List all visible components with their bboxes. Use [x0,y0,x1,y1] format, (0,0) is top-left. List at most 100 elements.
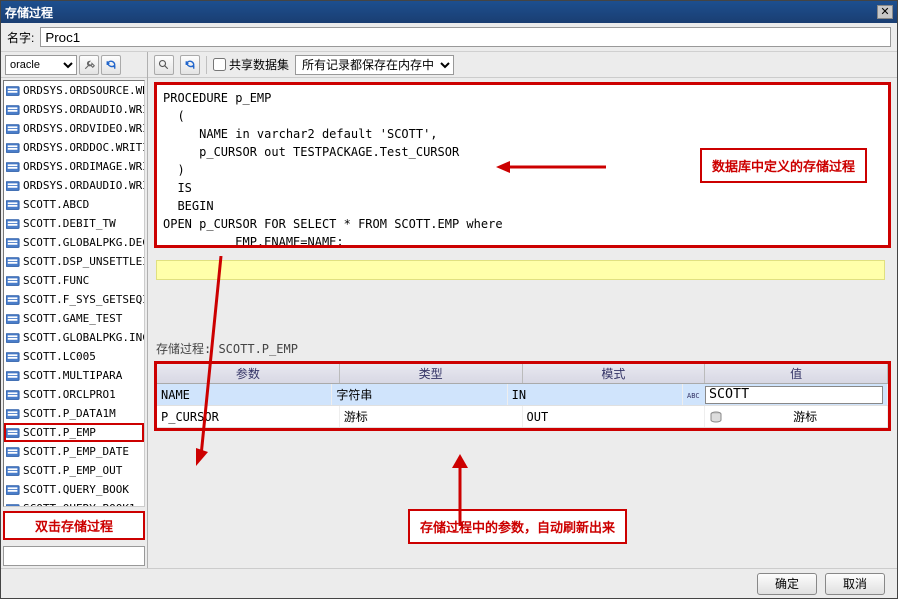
cell-mode: IN [508,384,683,405]
cell-param: NAME [157,384,332,405]
proc-item[interactable]: SCOTT.P_DATA1M [4,404,144,423]
proc-item-label: SCOTT.GLOBALPKG.INC [23,331,144,344]
name-input[interactable] [40,27,891,47]
db-type-icon [709,410,723,424]
tools-icon[interactable] [79,55,99,75]
proc-item[interactable]: ORDSYS.ORDSOURCE.WRI [4,81,144,100]
proc-label: 存储过程: SCOTT.P_EMP [148,336,897,361]
proc-item[interactable]: SCOTT.QUERY_BOOK [4,480,144,499]
proc-icon [6,313,20,325]
proc-item-label: SCOTT.F_SYS_GETSEQI [23,293,144,306]
proc-item-label: SCOTT.P_EMP [23,426,96,439]
separator [206,56,207,74]
share-checkbox[interactable] [213,58,226,71]
search-icon[interactable] [154,55,174,75]
refresh-right-icon[interactable] [180,55,200,75]
proc-icon [6,427,20,439]
cell-param: P_CURSOR [157,406,340,427]
table-row[interactable]: NAME字符串IN ABC [157,384,888,406]
proc-icon [6,85,20,97]
proc-item[interactable]: SCOTT.DSP_UNSETTLEI [4,252,144,271]
search-input[interactable] [3,546,145,566]
proc-item-label: SCOTT.DEBIT_TW [23,217,116,230]
proc-item[interactable]: SCOTT.QUERY_BOOK1 [4,499,144,507]
procedure-list[interactable]: ORDSYS.ORDSOURCE.WRI ORDSYS.ORDAUDIO.WRI O… [3,80,145,507]
proc-icon [6,218,20,230]
proc-item[interactable]: SCOTT.F_SYS_GETSEQI [4,290,144,309]
proc-item-label: SCOTT.P_EMP_OUT [23,464,122,477]
proc-item[interactable]: ORDSYS.ORDDOC.WRITI [4,138,144,157]
window-title: 存储过程 [5,4,877,21]
proc-icon [6,199,20,211]
proc-item-label: ORDSYS.ORDIMAGE.WRI [23,160,144,173]
proc-item-label: ORDSYS.ORDAUDIO.WRI [23,103,144,116]
proc-item[interactable]: ORDSYS.ORDAUDIO.WRI [4,176,144,195]
value-input[interactable] [705,386,883,404]
proc-item[interactable]: SCOTT.GAME_TEST [4,309,144,328]
proc-item[interactable]: ORDSYS.ORDIMAGE.WRI [4,157,144,176]
proc-item[interactable]: SCOTT.P_EMP_DATE [4,442,144,461]
proc-icon [6,484,20,496]
proc-icon [6,389,20,401]
proc-item-label: SCOTT.QUERY_BOOK1 [23,502,136,507]
proc-item-label: SCOTT.P_DATA1M [23,407,116,420]
proc-item[interactable]: SCOTT.ABCD [4,195,144,214]
proc-item[interactable]: SCOTT.ORCLPRO1 [4,385,144,404]
proc-item-label: ORDSYS.ORDAUDIO.WRI [23,179,144,192]
annotation-top-right: 数据库中定义的存储过程 [700,148,867,183]
right-toolbar: 共享数据集 所有记录都保存在内存中 [148,52,897,78]
button-bar: 确定 取消 [1,568,897,598]
proc-icon [6,180,20,192]
proc-item[interactable]: SCOTT.GLOBALPKG.DEC [4,233,144,252]
proc-item[interactable]: SCOTT.FUNC [4,271,144,290]
close-icon[interactable]: ✕ [877,5,893,19]
text-type-icon: ABC [687,388,701,402]
db-select[interactable]: oracle [5,55,77,75]
spacer [148,282,897,336]
col-value: 值 [705,364,888,383]
proc-icon [6,294,20,306]
proc-item[interactable]: SCOTT.MULTIPARA [4,366,144,385]
memory-select[interactable]: 所有记录都保存在内存中 [295,55,454,75]
proc-item[interactable]: SCOTT.P_EMP_OUT [4,461,144,480]
cell-type: 字符串 [332,384,507,405]
cancel-button[interactable]: 取消 [825,573,885,595]
proc-item-label: SCOTT.FUNC [23,274,89,287]
param-grid: 参数 类型 模式 值 NAME字符串INABCP_CURSOR游标OUT游标 [154,361,891,431]
table-row[interactable]: P_CURSOR游标OUT游标 [157,406,888,428]
right-pane: 共享数据集 所有记录都保存在内存中 PROCEDURE p_EMP ( NAME… [148,52,897,568]
col-mode: 模式 [523,364,706,383]
proc-icon [6,104,20,116]
proc-item[interactable]: SCOTT.GLOBALPKG.INC [4,328,144,347]
proc-icon [6,142,20,154]
proc-icon [6,237,20,249]
proc-item-label: SCOTT.ABCD [23,198,89,211]
annotation-bottom: 存储过程中的参数，自动刷新出来 [408,509,627,544]
cell-mode: OUT [523,406,706,427]
proc-item-label: SCOTT.ORCLPRO1 [23,388,116,401]
proc-item[interactable]: ORDSYS.ORDAUDIO.WRI [4,100,144,119]
value-text: 游标 [727,406,883,428]
refresh-icon[interactable] [101,55,121,75]
proc-icon [6,370,20,382]
proc-item-label: SCOTT.GAME_TEST [23,312,122,325]
proc-item[interactable]: ORDSYS.ORDVIDEO.WRI [4,119,144,138]
proc-icon [6,275,20,287]
highlight-bar [156,260,885,280]
proc-icon [6,465,20,477]
proc-item-label: SCOTT.DSP_UNSETTLEI [23,255,144,268]
left-toolbar: oracle [1,52,147,78]
ok-button[interactable]: 确定 [757,573,817,595]
titlebar: 存储过程 ✕ [1,1,897,23]
proc-icon [6,161,20,173]
proc-item[interactable]: SCOTT.P_EMP [4,423,144,442]
dialog-window: 存储过程 ✕ 名字: oracle ORDSYS.ORDSOURCE.WRIOR… [0,0,898,599]
proc-item[interactable]: SCOTT.DEBIT_TW [4,214,144,233]
proc-icon [6,351,20,363]
proc-item-label: SCOTT.P_EMP_DATE [23,445,129,458]
svg-text:ABC: ABC [687,392,700,400]
grid-body: NAME字符串INABCP_CURSOR游标OUT游标 [157,384,888,428]
share-checkbox-wrap[interactable]: 共享数据集 [213,56,289,73]
proc-item[interactable]: SCOTT.LC005 [4,347,144,366]
bottom-space [148,431,897,568]
